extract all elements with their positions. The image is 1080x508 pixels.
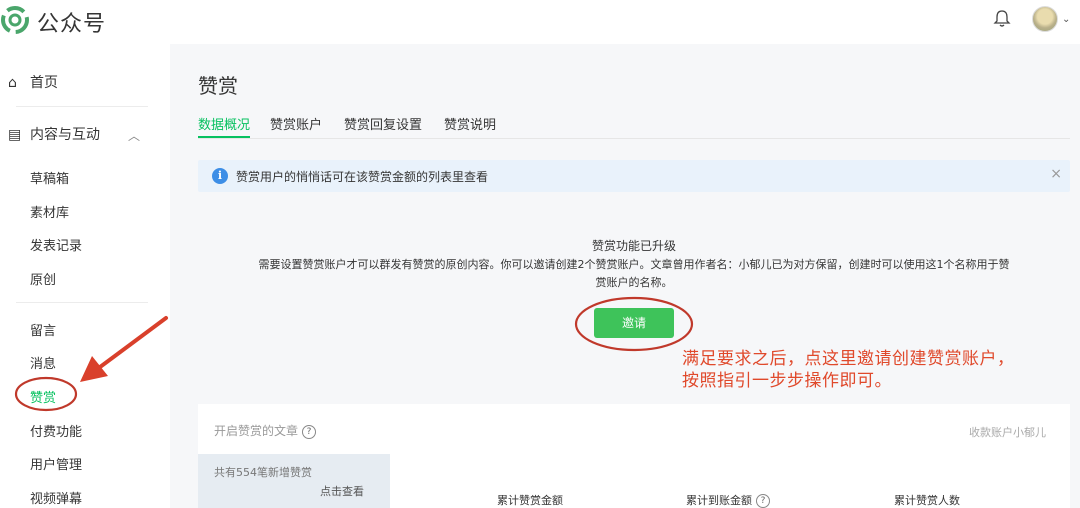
sidebar-divider — [16, 106, 148, 107]
document-icon: ▤ — [8, 127, 22, 143]
sidebar-item-materials[interactable]: 素材库 — [30, 202, 69, 221]
sidebar-item-messages[interactable]: 消息 — [30, 353, 56, 372]
info-notice: i 赞赏用户的悄悄话可在该赞赏金额的列表里查看 × — [198, 160, 1070, 192]
top-bar: 公众号 ⌄ — [0, 0, 1080, 44]
app-name[interactable]: 公众号 — [37, 6, 106, 38]
wechat-official-accounts-logo-icon[interactable] — [0, 5, 30, 35]
sidebar-item-paid-features[interactable]: 付费功能 — [30, 421, 82, 440]
invite-button[interactable]: 邀请 — [594, 308, 674, 338]
tab-reward-reply-settings[interactable]: 赞赏回复设置 — [344, 114, 422, 133]
bell-icon[interactable] — [992, 9, 1012, 29]
avatar[interactable] — [1032, 6, 1058, 32]
sidebar-item-publish-records[interactable]: 发表记录 — [30, 235, 82, 254]
sidebar-item-rewards[interactable]: 赞赏 — [30, 387, 56, 406]
tab-reward-description[interactable]: 赞赏说明 — [444, 114, 496, 133]
stat-total-received: 累计到账金额? — [686, 492, 770, 508]
sidebar-section-content[interactable]: ▤ 内容与互动 — [8, 124, 100, 144]
stat-total-received-label: 累计到账金额 — [686, 494, 752, 507]
annotation-line: 按照指引一步步操作即可。 — [682, 371, 892, 391]
chevron-up-icon[interactable]: ︿ — [128, 127, 140, 144]
view-link[interactable]: 点击查看 — [320, 483, 364, 499]
sidebar-item-drafts[interactable]: 草稿箱 — [30, 168, 69, 187]
info-icon: i — [212, 168, 228, 184]
close-icon[interactable]: × — [1050, 166, 1062, 182]
annotation-line: 满足要求之后，点这里邀请创建赞赏账户， — [682, 349, 1015, 369]
tab-reward-account[interactable]: 赞赏账户 — [270, 114, 322, 133]
reward-stats-panel: 收款账户小郁儿 累计赞赏金额 累计到账金额? 累计赞赏人数 — [390, 404, 1070, 508]
help-icon[interactable]: ? — [302, 424, 317, 439]
sidebar-item-label: 首页 — [30, 75, 58, 91]
sidebar-item-video-danmaku[interactable]: 视频弹幕 — [30, 488, 82, 507]
sidebar-item-home[interactable]: ⌂ 首页 — [8, 72, 58, 92]
stat-total-people: 累计赞赏人数 — [894, 494, 960, 507]
sidebar-section-label: 内容与互动 — [30, 127, 100, 143]
articles-header-label: 开启赞赏的文章 — [214, 424, 299, 438]
help-icon[interactable]: ? — [756, 494, 770, 508]
annotation-text: 满足要求之后，点这里邀请创建赞赏账户， 按照指引一步步操作即可。 — [682, 348, 1015, 392]
upgrade-description-line: 赏账户的名称。 — [595, 276, 673, 289]
articles-header: 开启赞赏的文章? — [214, 422, 317, 439]
sidebar — [0, 44, 170, 508]
stat-total-amount: 累计赞赏金额 — [497, 494, 563, 507]
sidebar-item-original[interactable]: 原创 — [30, 269, 56, 288]
tab-data-overview[interactable]: 数据概况 — [198, 114, 250, 133]
page-title: 赞赏 — [198, 74, 238, 98]
sidebar-divider — [16, 302, 148, 303]
payee-account: 收款账户小郁儿 — [969, 426, 1046, 439]
upgrade-description-line: 需要设置赞赏账户才可以群发有赞赏的原创内容。你可以邀请创建2个赞赏账户。文章曾用… — [258, 258, 1010, 271]
sidebar-item-user-management[interactable]: 用户管理 — [30, 454, 82, 473]
list-item[interactable]: 共有554笔新增赞赏 点击查看 — [198, 454, 390, 508]
new-rewards-count: 共有554笔新增赞赏 — [214, 466, 312, 479]
tab-divider — [198, 138, 1070, 139]
sidebar-item-comments[interactable]: 留言 — [30, 320, 56, 339]
reward-articles-panel: 开启赞赏的文章? 共有554笔新增赞赏 点击查看 — [198, 404, 390, 508]
upgrade-title: 赞赏功能已升级 — [591, 239, 676, 253]
upgrade-description: 需要设置赞赏账户才可以群发有赞赏的原创内容。你可以邀请创建2个赞赏账户。文章曾用… — [230, 256, 1038, 292]
notice-text: 赞赏用户的悄悄话可在该赞赏金额的列表里查看 — [236, 170, 489, 184]
home-icon: ⌂ — [8, 75, 17, 91]
chevron-down-icon[interactable]: ⌄ — [1062, 14, 1070, 25]
